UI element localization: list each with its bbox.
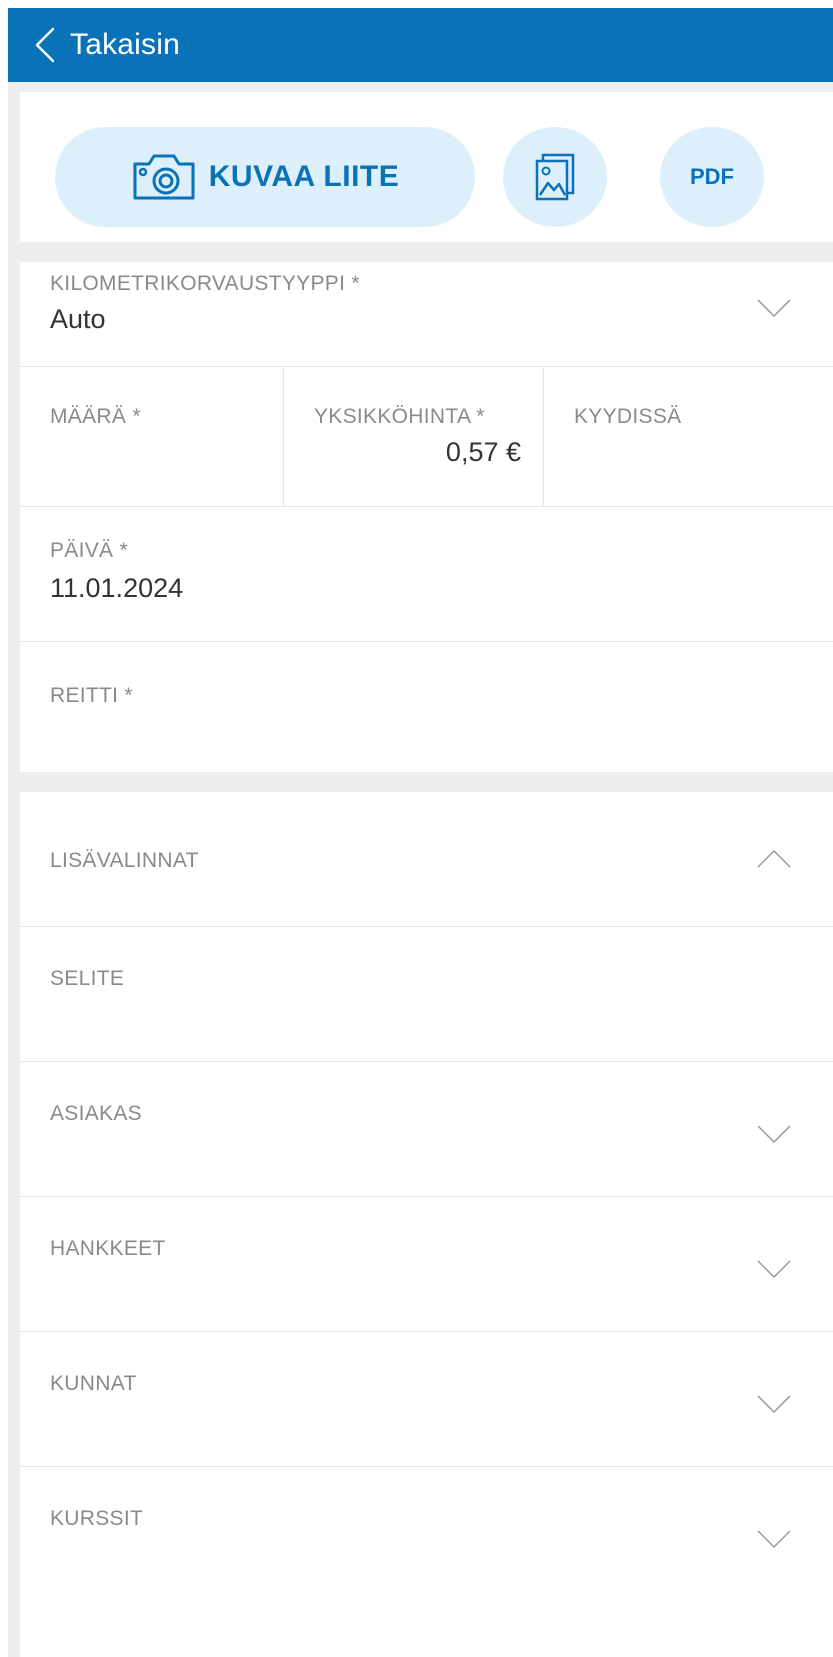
chevron-down-icon — [757, 1260, 791, 1278]
attachment-panel: KUVAA LIITE PDF — [20, 92, 833, 242]
description-label: SELITE — [50, 967, 125, 990]
gallery-icon — [535, 153, 575, 201]
additional-options: LISÄVALINNAT SELITE ASIAKAS HANKKEET KUN… — [20, 792, 833, 1657]
compensation-type-value: Auto — [50, 304, 106, 334]
expense-form: KILOMETRIKORVAUSTYYPPI * Auto MÄÄRÄ * YK… — [20, 262, 833, 772]
additional-options-label: LISÄVALINNAT — [50, 849, 199, 872]
gallery-button[interactable] — [503, 127, 607, 227]
chevron-left-icon — [35, 27, 55, 63]
courses-select[interactable]: KURSSIT — [20, 1467, 833, 1602]
app-frame: Takaisin KUVAA LIITE PDF KILOMETRIKORVAU… — [8, 8, 833, 1657]
take-photo-button[interactable]: KUVAA LIITE — [55, 127, 475, 227]
chevron-up-icon — [757, 850, 791, 868]
back-button[interactable]: Takaisin — [8, 27, 180, 63]
customer-select[interactable]: ASIAKAS — [20, 1062, 833, 1197]
amount-row: MÄÄRÄ * YKSIKKÖHINTA * 0,57 € KYYDISSÄ — [20, 367, 833, 507]
customer-label: ASIAKAS — [50, 1102, 142, 1125]
passengers-label: KYYDISSÄ — [574, 405, 682, 428]
additional-options-toggle[interactable]: LISÄVALINNAT — [20, 792, 833, 927]
compensation-type-select[interactable]: KILOMETRIKORVAUSTYYPPI * Auto — [20, 262, 833, 367]
amount-label: MÄÄRÄ * — [50, 405, 141, 428]
projects-select[interactable]: HANKKEET — [20, 1197, 833, 1332]
back-label: Takaisin — [70, 28, 180, 61]
description-field[interactable]: SELITE — [20, 927, 833, 1062]
route-field[interactable]: REITTI * — [20, 642, 833, 772]
top-bar: Takaisin — [8, 8, 833, 82]
municipalities-select[interactable]: KUNNAT — [20, 1332, 833, 1467]
unit-price-field[interactable]: YKSIKKÖHINTA * 0,57 € — [283, 367, 543, 506]
courses-label: KURSSIT — [50, 1507, 144, 1530]
passengers-field[interactable]: KYYDISSÄ — [543, 367, 833, 506]
amount-field[interactable]: MÄÄRÄ * — [20, 367, 283, 506]
date-value: 11.01.2024 — [50, 573, 184, 603]
chevron-down-icon — [757, 1530, 791, 1548]
chevron-down-icon — [757, 1125, 791, 1143]
pdf-button[interactable]: PDF — [660, 127, 764, 227]
unit-price-value: 0,57 € — [445, 437, 521, 467]
chevron-down-icon — [757, 1395, 791, 1413]
chevron-down-icon — [757, 299, 791, 317]
unit-price-label: YKSIKKÖHINTA * — [314, 405, 485, 428]
compensation-type-label: KILOMETRIKORVAUSTYYPPI * — [50, 272, 360, 295]
date-field[interactable]: PÄIVÄ * 11.01.2024 — [20, 507, 833, 642]
pdf-label: PDF — [690, 164, 734, 189]
route-label: REITTI * — [50, 684, 133, 707]
projects-label: HANKKEET — [50, 1237, 166, 1260]
camera-icon — [133, 154, 195, 200]
take-photo-label: KUVAA LIITE — [208, 160, 400, 193]
municipalities-label: KUNNAT — [50, 1372, 137, 1395]
date-label: PÄIVÄ * — [50, 539, 128, 562]
